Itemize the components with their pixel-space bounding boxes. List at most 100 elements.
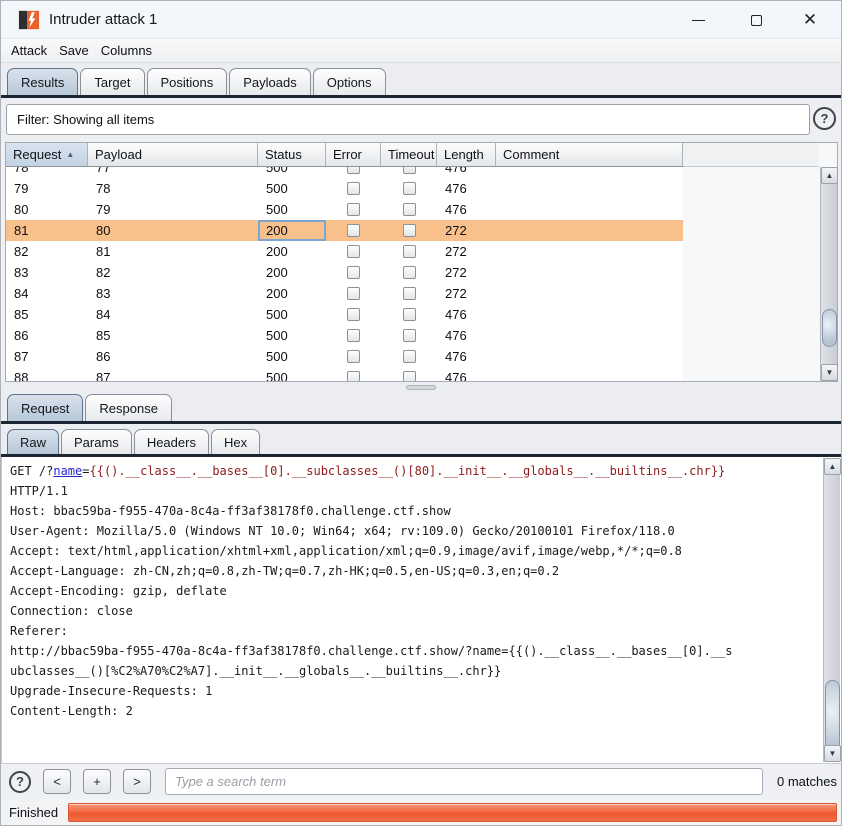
tab-results[interactable]: Results: [7, 68, 78, 95]
timeout-checkbox[interactable]: [403, 350, 416, 363]
cell-payload: 82: [88, 262, 258, 283]
error-checkbox[interactable]: [347, 371, 360, 381]
tab-target[interactable]: Target: [80, 68, 144, 95]
timeout-checkbox[interactable]: [403, 245, 416, 258]
main-tab-strip: ResultsTargetPositionsPayloadsOptions: [1, 63, 841, 98]
cell-status: 500: [258, 346, 326, 367]
tab-request[interactable]: Request: [7, 394, 83, 421]
tab-options[interactable]: Options: [313, 68, 386, 95]
error-checkbox[interactable]: [347, 182, 360, 195]
menu-item-columns[interactable]: Columns: [101, 41, 161, 61]
tab-hex[interactable]: Hex: [211, 429, 260, 454]
table-row[interactable]: 86 85 500 476: [6, 325, 683, 346]
column-header-error[interactable]: Error: [326, 143, 381, 166]
error-checkbox[interactable]: [347, 203, 360, 216]
close-button[interactable]: ✕: [787, 1, 833, 39]
cell-payload: 85: [88, 325, 258, 346]
maximize-button[interactable]: [733, 1, 779, 39]
error-checkbox[interactable]: [347, 329, 360, 342]
timeout-checkbox[interactable]: [403, 167, 416, 174]
cell-length: 476: [437, 178, 496, 199]
column-header-payload[interactable]: Payload: [88, 143, 258, 166]
cell-comment: [496, 346, 683, 367]
cell-timeout: [381, 304, 437, 325]
code-line: Upgrade-Insecure-Requests: 1: [10, 681, 817, 701]
cell-timeout: [381, 262, 437, 283]
code-line: Accept-Language: zh-CN,zh;q=0.8,zh-TW;q=…: [10, 561, 817, 581]
minimize-button[interactable]: [675, 1, 721, 39]
error-checkbox[interactable]: [347, 167, 360, 174]
error-checkbox[interactable]: [347, 266, 360, 279]
scrollbar-thumb[interactable]: [822, 309, 837, 347]
column-header-request[interactable]: Request▲: [6, 143, 88, 166]
table-scrollbar[interactable]: ▲ ▼: [820, 167, 837, 381]
timeout-checkbox[interactable]: [403, 224, 416, 237]
scroll-down-icon[interactable]: ▼: [824, 745, 841, 762]
cell-error: [326, 304, 381, 325]
code-line: Content-Length: 2: [10, 701, 817, 721]
error-checkbox[interactable]: [347, 308, 360, 321]
timeout-checkbox[interactable]: [403, 329, 416, 342]
next-match-button[interactable]: >: [123, 769, 151, 794]
cell-error: [326, 325, 381, 346]
menu-item-attack[interactable]: Attack: [11, 41, 56, 61]
request-editor[interactable]: GET /?name={{().__class__.__bases__[0]._…: [1, 457, 841, 763]
table-row[interactable]: 80 79 500 476: [6, 199, 683, 220]
tab-headers[interactable]: Headers: [134, 429, 209, 454]
table-row[interactable]: 78 77 500 476: [6, 167, 683, 178]
tab-positions[interactable]: Positions: [147, 68, 228, 95]
cell-length: 272: [437, 241, 496, 262]
error-checkbox[interactable]: [347, 287, 360, 300]
filter-row: Filter: Showing all items ?: [1, 98, 841, 142]
table-row[interactable]: 85 84 500 476: [6, 304, 683, 325]
editor-scrollbar[interactable]: ▲ ▼: [823, 458, 840, 762]
table-row[interactable]: 84 83 200 272: [6, 283, 683, 304]
table-row[interactable]: 88 87 500 476: [6, 367, 683, 381]
maximize-icon: [751, 15, 762, 26]
cell-length: 476: [437, 167, 496, 178]
tab-raw[interactable]: Raw: [7, 429, 59, 454]
table-row[interactable]: 83 82 200 272: [6, 262, 683, 283]
table-row[interactable]: 82 81 200 272: [6, 241, 683, 262]
cell-status: 200: [258, 283, 326, 304]
error-checkbox[interactable]: [347, 224, 360, 237]
add-search-button[interactable]: +: [83, 769, 111, 794]
scroll-up-icon[interactable]: ▲: [824, 458, 841, 475]
code-line: Referer:: [10, 621, 817, 641]
cell-request: 86: [6, 325, 88, 346]
search-bar: ? < + > 0 matches: [1, 763, 841, 799]
timeout-checkbox[interactable]: [403, 203, 416, 216]
column-header-timeout[interactable]: Timeout: [381, 143, 437, 166]
table-row[interactable]: 79 78 500 476: [6, 178, 683, 199]
timeout-checkbox[interactable]: [403, 371, 416, 381]
code-line: ubclasses__()[%C2%A70%C2%A7].__init__.__…: [10, 661, 817, 681]
timeout-checkbox[interactable]: [403, 182, 416, 195]
column-header-comment[interactable]: Comment: [496, 143, 683, 166]
timeout-checkbox[interactable]: [403, 287, 416, 300]
scroll-down-icon[interactable]: ▼: [821, 364, 838, 381]
tab-payloads[interactable]: Payloads: [229, 68, 310, 95]
cell-error: [326, 167, 381, 178]
pane-splitter[interactable]: [1, 382, 841, 393]
column-header-status[interactable]: Status: [258, 143, 326, 166]
filter-bar[interactable]: Filter: Showing all items: [6, 104, 810, 135]
timeout-checkbox[interactable]: [403, 308, 416, 321]
column-header-length[interactable]: Length: [437, 143, 496, 166]
help-icon[interactable]: ?: [813, 107, 836, 130]
table-row[interactable]: 87 86 500 476: [6, 346, 683, 367]
table-row[interactable]: 81 80 200 272: [6, 220, 683, 241]
search-input[interactable]: [165, 768, 763, 795]
cell-request: 81: [6, 220, 88, 241]
cell-status: 500: [258, 304, 326, 325]
previous-match-button[interactable]: <: [43, 769, 71, 794]
error-checkbox[interactable]: [347, 350, 360, 363]
search-help-icon[interactable]: ?: [9, 771, 31, 793]
tab-params[interactable]: Params: [61, 429, 132, 454]
cell-request: 88: [6, 367, 88, 381]
tab-response[interactable]: Response: [85, 394, 172, 421]
scroll-up-icon[interactable]: ▲: [821, 167, 838, 184]
error-checkbox[interactable]: [347, 245, 360, 258]
timeout-checkbox[interactable]: [403, 266, 416, 279]
menu-item-save[interactable]: Save: [59, 41, 98, 61]
cell-status: 500: [258, 167, 326, 178]
